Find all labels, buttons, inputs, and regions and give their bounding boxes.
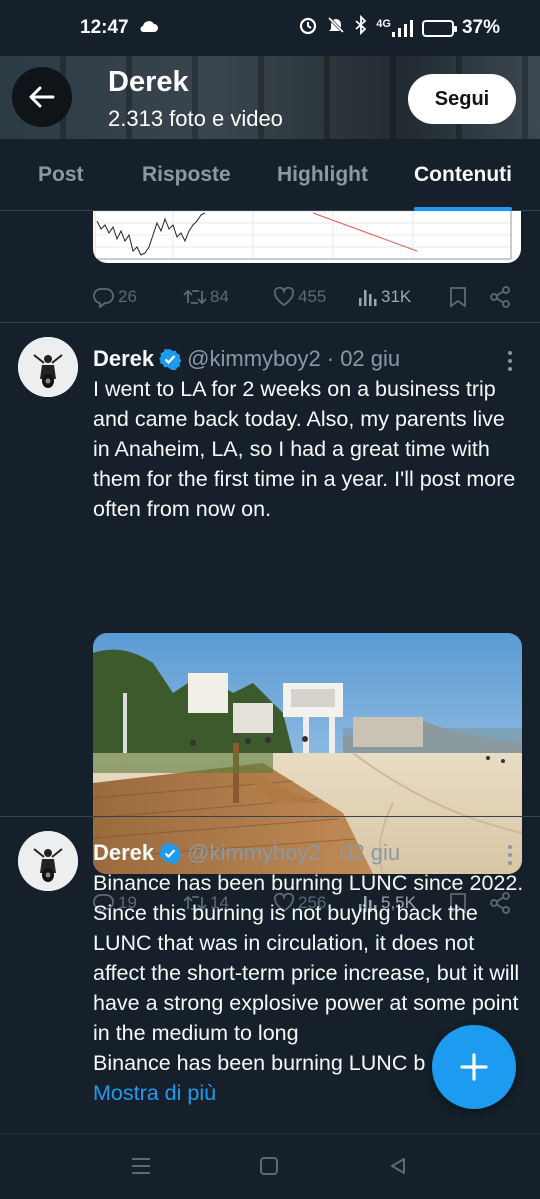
cloud-icon <box>139 17 159 39</box>
battery-percent: 37% <box>461 17 500 38</box>
tab-highlight[interactable]: Highlight <box>277 139 368 211</box>
plus-icon <box>460 1053 488 1081</box>
share-icon <box>490 286 510 308</box>
views-icon <box>359 290 377 306</box>
post-chart-image[interactable] <box>93 211 521 263</box>
post-date: · 02 giu <box>326 346 401 371</box>
battery-icon <box>421 19 457 37</box>
tab-post[interactable]: Post <box>38 139 84 211</box>
more-options-icon[interactable] <box>500 842 520 868</box>
tab-label: Highlight <box>277 163 368 186</box>
media-count: 2.313 foto e video <box>108 106 283 131</box>
media-feed[interactable]: 26 84 455 31K Derek @kimmyboy2 · 02 giu … <box>0 211 540 1133</box>
signal-icon: 4G <box>376 19 414 37</box>
avatar[interactable] <box>18 831 78 891</box>
post[interactable]: Derek @kimmyboy2 · 02 giu I went to LA f… <box>0 322 540 914</box>
heart-icon <box>273 287 295 307</box>
post-header: Derek @kimmyboy2 · 02 giu <box>93 346 400 372</box>
profile-name: Derek <box>108 66 189 98</box>
status-time: 12:47 <box>80 17 129 38</box>
author-handle[interactable]: @kimmyboy2 <box>187 346 321 372</box>
arrow-left-icon <box>29 86 55 108</box>
status-bar: 12:47 4G 37% <box>0 0 540 56</box>
post-date: · 02 giu <box>326 840 401 865</box>
author-name[interactable]: Derek <box>93 346 154 372</box>
home-icon[interactable] <box>259 1156 279 1176</box>
tab-risposte[interactable]: Risposte <box>142 139 231 211</box>
like-button[interactable]: 455 <box>273 282 326 312</box>
repost-button[interactable]: 84 <box>183 282 229 312</box>
post-actions: 26 84 455 31K <box>93 282 523 312</box>
alarm-icon <box>298 15 318 41</box>
back-button[interactable] <box>12 67 72 127</box>
show-more-link[interactable]: Mostra di più <box>93 1081 216 1105</box>
system-navigation-bar <box>0 1133 540 1199</box>
views-button[interactable]: 31K <box>358 282 411 312</box>
view-count: 31K <box>381 287 412 306</box>
profile-tabs: Post Risposte Highlight Contenuti <box>0 139 540 211</box>
menu-icon[interactable] <box>130 1156 152 1176</box>
repost-icon <box>183 289 207 305</box>
back-triangle-icon[interactable] <box>388 1156 408 1176</box>
repost-count: 84 <box>210 287 229 306</box>
reply-button[interactable]: 26 <box>93 282 137 312</box>
tab-label: Risposte <box>142 163 231 186</box>
post-text: I went to LA for 2 weeks on a business t… <box>93 374 525 524</box>
verified-badge-icon <box>159 842 182 864</box>
post-body-line: Since this burning is not buying back th… <box>93 901 520 1045</box>
like-count: 455 <box>298 287 327 306</box>
post-body-line: Binance has been burning LUNC since 2022… <box>93 871 524 895</box>
tab-label: Post <box>38 163 84 186</box>
mute-icon <box>326 15 346 41</box>
bookmark-button[interactable] <box>449 282 467 312</box>
compose-button[interactable] <box>432 1025 516 1109</box>
post-header: Derek @kimmyboy2 · 02 giu <box>93 840 400 866</box>
profile-header: Derek 2.313 foto e video Segui <box>0 56 540 139</box>
reply-count: 26 <box>118 287 137 306</box>
follow-button[interactable]: Segui <box>408 74 516 124</box>
author-handle[interactable]: @kimmyboy2 <box>187 840 321 866</box>
verified-badge-icon <box>159 348 182 370</box>
bookmark-icon <box>450 287 466 308</box>
avatar[interactable] <box>18 337 78 397</box>
network-type: 4G <box>376 18 391 30</box>
reply-icon <box>93 288 114 308</box>
tab-label: Contenuti <box>414 163 512 186</box>
tab-contenuti[interactable]: Contenuti <box>414 139 512 211</box>
author-name[interactable]: Derek <box>93 840 154 866</box>
post-body: I went to LA for 2 weeks on a business t… <box>93 377 516 521</box>
more-options-icon[interactable] <box>500 348 520 374</box>
share-button[interactable] <box>489 282 511 312</box>
bluetooth-icon <box>354 14 368 41</box>
